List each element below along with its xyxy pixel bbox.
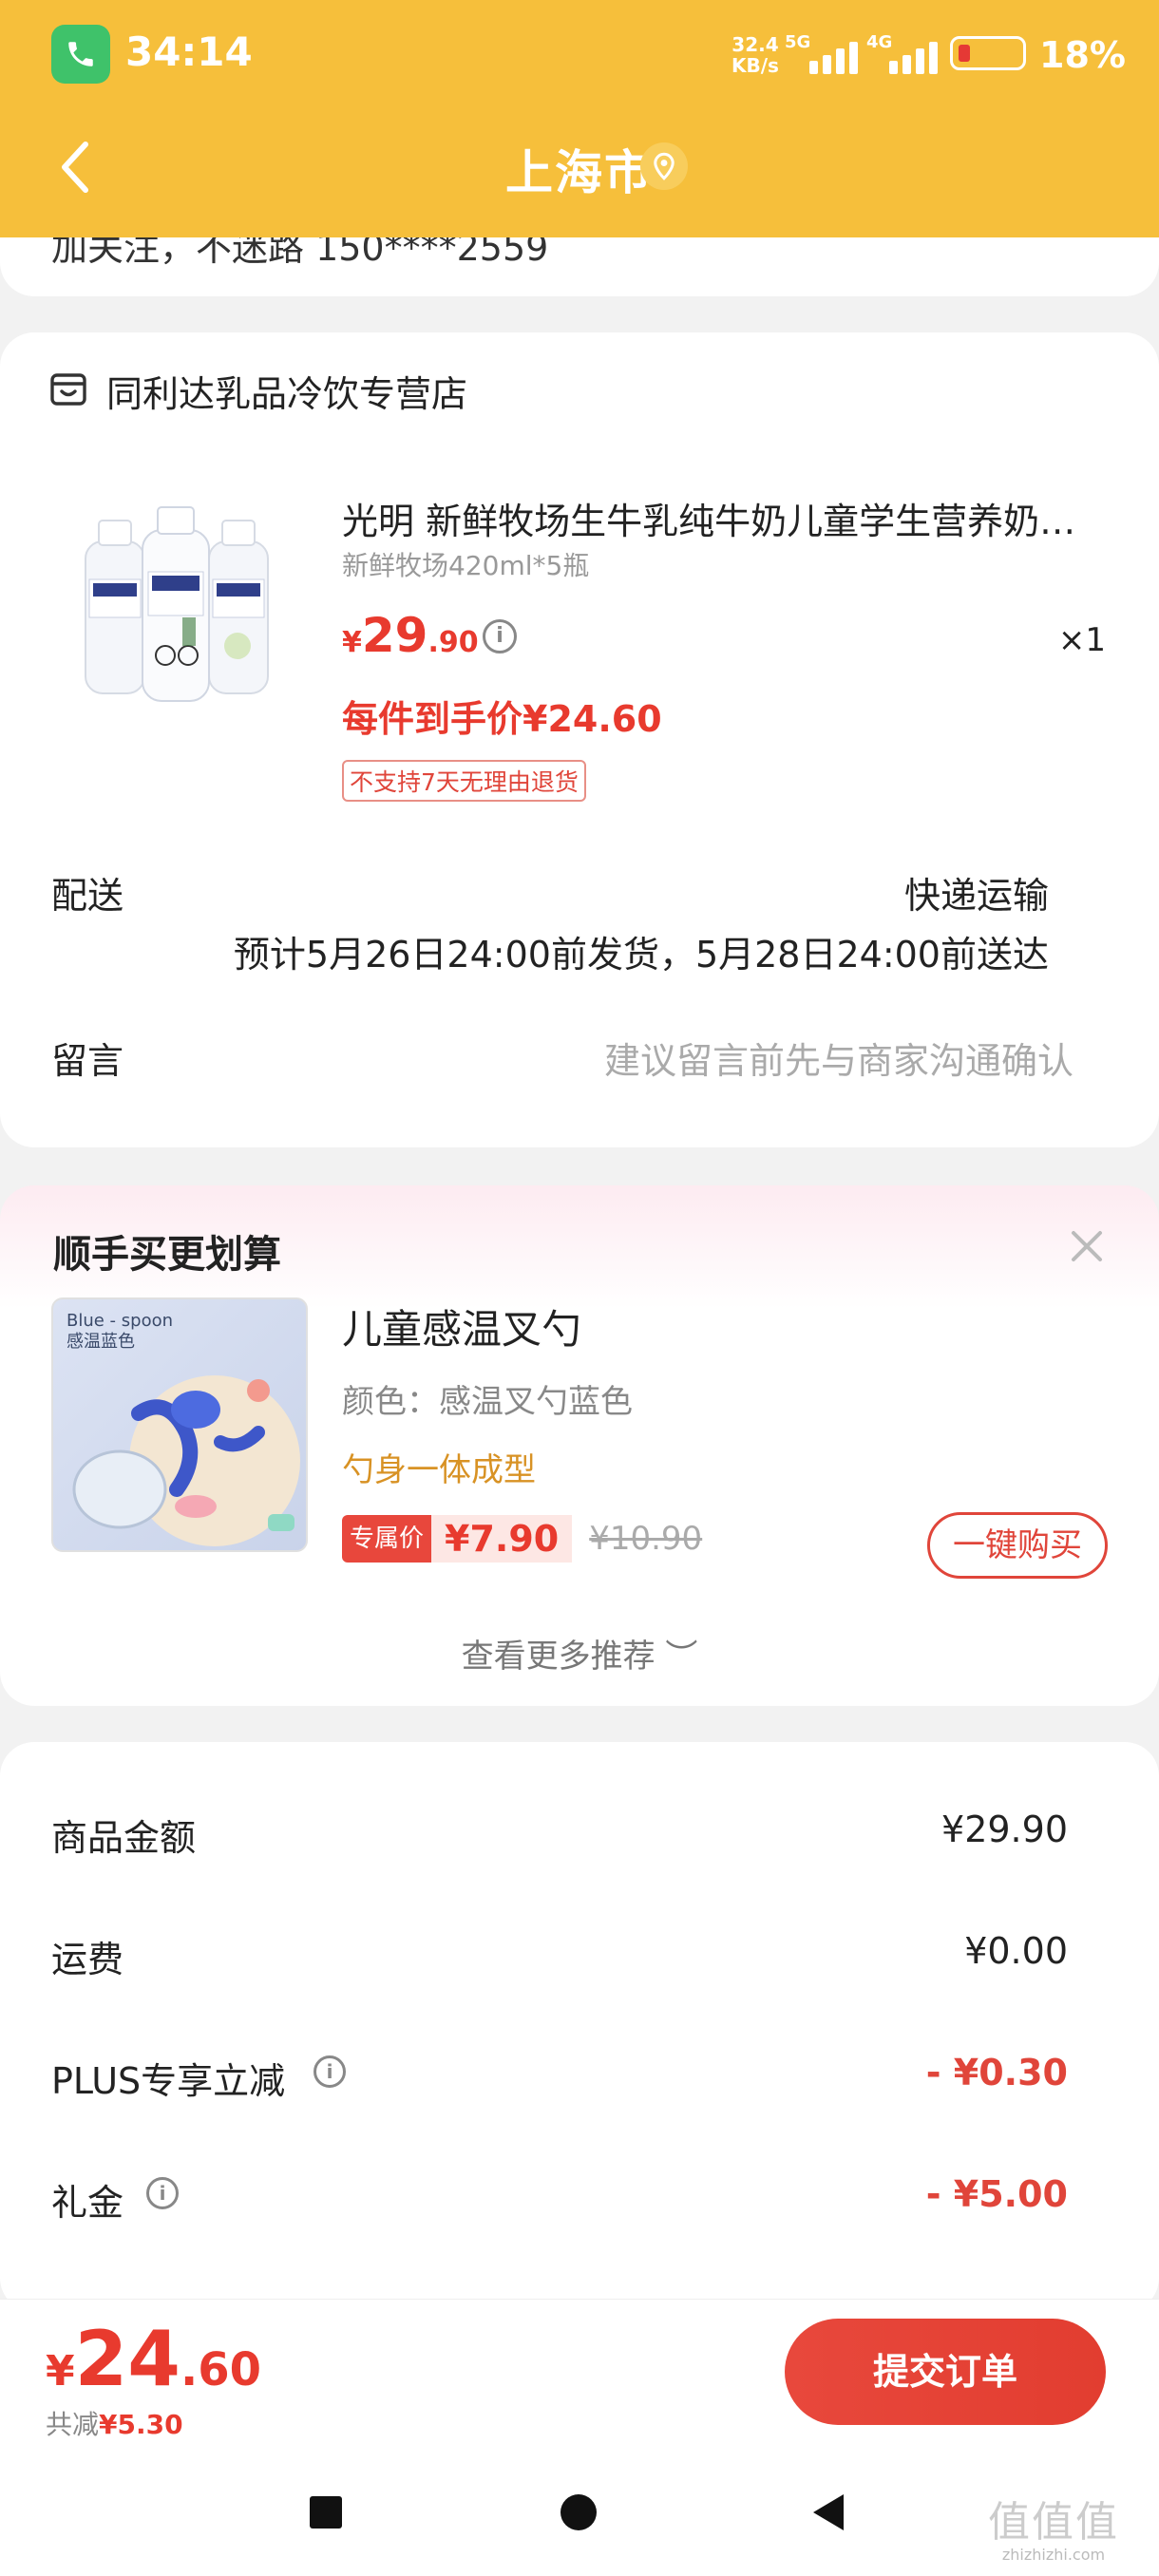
exclusive-price-badge: 专属价 [342, 1515, 432, 1563]
product-spec: 新鲜牧场420ml*5瓶 [342, 550, 590, 581]
watermark-url: zhizhizhi.com [1001, 2546, 1106, 2564]
summary-row-subtotal: 商品金额 ¥29.90 [51, 1809, 1068, 1866]
network-speed-value: 32.4 [732, 33, 779, 56]
summary-label: PLUS专享立减 [51, 2060, 286, 2102]
message-label: 留言 [51, 1040, 124, 1082]
summary-value: ¥29.90 [941, 1809, 1068, 1850]
summary-label: 礼金 [51, 2182, 124, 2224]
info-icon[interactable]: i [314, 2055, 346, 2088]
see-more-recommendations[interactable]: 查看更多推荐 ︶ [0, 1630, 1159, 1676]
shop-name[interactable]: 同利达乳品冷饮专营店 [106, 365, 467, 417]
product-title[interactable]: 光明 新鲜牧场生牛乳纯牛奶儿童学生营养奶… [342, 492, 1102, 544]
milk-bottle-left [85, 520, 145, 694]
summary-label: 商品金额 [51, 1817, 197, 1859]
location-pin-icon[interactable] [640, 142, 688, 190]
total-decimal: .60 [180, 2343, 261, 2396]
summary-row-plus-discount: PLUS专享立减 i - ¥0.30 [51, 2052, 1068, 2109]
milk-bottle-center [142, 506, 210, 702]
total-integer: 24 [74, 2315, 180, 2403]
watermark: 值值值 zhizhizhi.com [963, 2500, 1144, 2568]
saved-amount: ¥5.30 [99, 2409, 183, 2440]
watermark-logo: 值值值 [988, 2498, 1119, 2547]
product-quantity: ×1 [1057, 621, 1106, 659]
signal-4g: 4G [866, 32, 939, 74]
submit-order-button[interactable]: 提交订单 [785, 2319, 1106, 2425]
shipping-label: 配送 [51, 875, 124, 917]
phone-call-icon[interactable] [51, 25, 110, 84]
product-image[interactable] [66, 503, 281, 712]
recommendation-price-row: 专属价 ¥7.90 ¥10.90 [342, 1514, 702, 1563]
info-icon[interactable]: i [146, 2177, 179, 2209]
saved-label: 共减 [46, 2409, 100, 2440]
network-speed-unit: KB/s [732, 54, 779, 77]
recommendation-name[interactable]: 儿童感温叉勺 [342, 1297, 581, 1355]
app-header: 34:14 32.4 KB/s 5G 4G 18% 上海市 [0, 0, 1159, 237]
product-price: ¥29.90 [342, 608, 479, 663]
recommendation-title: 顺手买更划算 [53, 1233, 281, 1277]
recommendation-feature: 勺身一体成型 [342, 1451, 536, 1489]
total-currency: ¥ [46, 2347, 75, 2396]
message-input[interactable]: 建议留言前先与商家沟通确认 [604, 1032, 1074, 1084]
battery-percent: 18% [1039, 34, 1126, 76]
signal-bars-icon [889, 42, 938, 74]
recommendation-price: ¥7.90 [431, 1515, 573, 1563]
summary-row-shipping: 运费 ¥0.00 [51, 1930, 1068, 1987]
home-circle-icon[interactable] [555, 2489, 602, 2536]
checkout-bar: ¥24.60 共减¥5.30 提交订单 [0, 2299, 1159, 2451]
page-title: 上海市 [505, 145, 654, 200]
summary-label: 运费 [51, 1939, 124, 1980]
recommendation-card: 顺手买更划算 Blue - spoon 感温蓝色 儿童感温叉勺 颜色：感温叉勺蓝… [0, 1185, 1159, 1706]
back-triangle-icon[interactable] [806, 2489, 853, 2536]
price-decimal: .90 [428, 626, 479, 659]
total-saved[interactable]: 共减¥5.30 [46, 2404, 183, 2442]
status-time: 34:14 [125, 28, 253, 75]
one-click-buy-button[interactable]: 一键购买 [927, 1512, 1108, 1579]
network-speed: 32.4 KB/s [732, 34, 779, 76]
recommendation-color: 颜色：感温叉勺蓝色 [342, 1383, 633, 1421]
summary-value: - ¥5.00 [925, 2173, 1068, 2215]
close-icon[interactable] [1064, 1223, 1110, 1269]
summary-value: ¥0.00 [964, 1930, 1068, 1972]
battery-level-fill [959, 45, 970, 62]
info-icon[interactable]: i [483, 619, 517, 653]
original-price: ¥10.90 [589, 1520, 703, 1558]
signal-5g: 5G [785, 32, 858, 74]
shipping-eta: 预计5月26日24:00前发货，5月28日24:00前送达 [233, 934, 1049, 975]
battery-icon [950, 36, 1026, 70]
shop-card: 同利达乳品冷饮专营店 光明 新鲜牧场生牛乳纯牛奶儿童学生营养奶… 新鲜牧场420… [0, 332, 1159, 1147]
milk-bottle-right [208, 520, 269, 694]
price-integer: 29 [361, 608, 428, 663]
summary-row-gift: 礼金 i - ¥5.00 [51, 2173, 1068, 2230]
total-price: ¥24.60 [46, 2315, 261, 2403]
status-bar: 34:14 32.4 KB/s 5G 4G 18% [0, 0, 1159, 114]
recents-square-icon[interactable] [302, 2489, 350, 2536]
price-currency: ¥ [342, 626, 362, 659]
signal-bars-icon [809, 42, 858, 74]
no-return-badge: 不支持7天无理由退货 [342, 760, 586, 802]
price-summary-card: 商品金额 ¥29.90 运费 ¥0.00 PLUS专享立减 i - ¥0.30 … [0, 1742, 1159, 2312]
signal-5g-label: 5G [785, 32, 811, 52]
deal-price: 每件到手价¥24.60 [342, 698, 662, 740]
shipping-type[interactable]: 快递运输 [904, 866, 1049, 919]
summary-value: - ¥0.30 [925, 2052, 1068, 2093]
shop-icon [49, 370, 87, 408]
recommendation-image[interactable]: Blue - spoon 感温蓝色 [51, 1297, 308, 1552]
